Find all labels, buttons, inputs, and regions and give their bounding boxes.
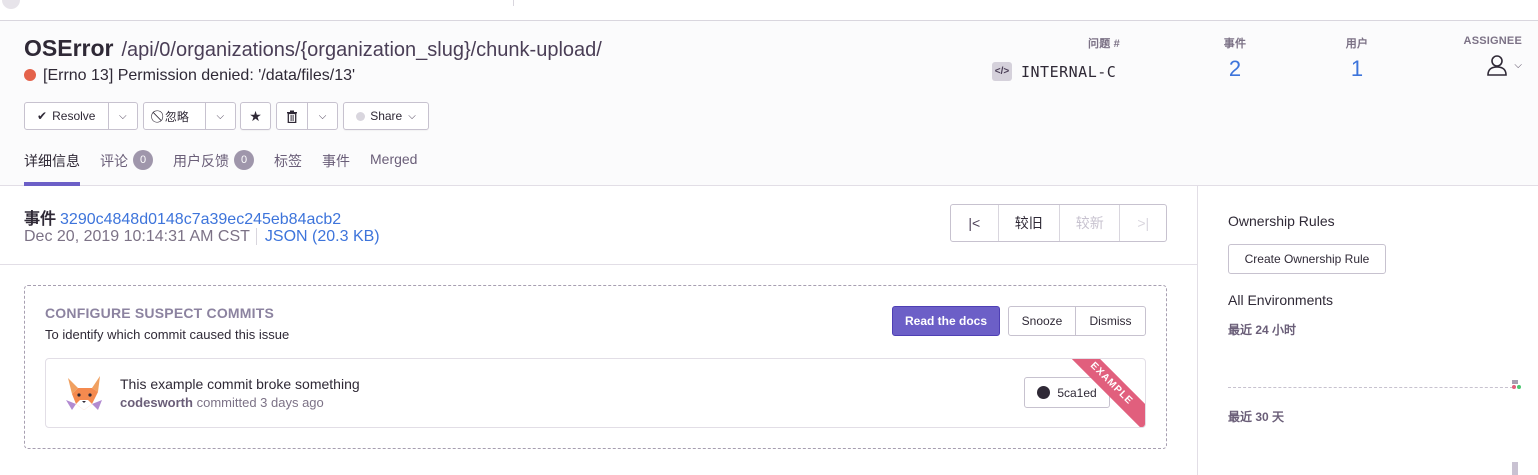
commit-message: This example commit broke something — [120, 376, 360, 392]
range-30d-label: 最近 30 天 — [1228, 410, 1285, 424]
share-button[interactable]: Share ⌵ — [343, 102, 429, 130]
feedback-count-badge: 0 — [234, 150, 254, 170]
org-avatar[interactable] — [2, 0, 20, 9]
delete-button[interactable] — [277, 103, 307, 129]
events-count[interactable]: 2 — [1200, 56, 1270, 82]
tab-comments[interactable]: 评论 0 — [100, 150, 153, 186]
sparkline-30d-bar[interactable] — [1512, 462, 1518, 475]
example-commit-card: This example commit broke something code… — [45, 358, 1146, 428]
spark-dot-red — [1512, 385, 1516, 389]
events-stat: 事件 2 — [1200, 35, 1270, 82]
error-type: OSError — [24, 35, 114, 61]
suspect-commits-description: To identify which commit caused this iss… — [45, 327, 290, 342]
tab-details[interactable]: 详细信息 — [24, 151, 80, 186]
last-page-icon: >| — [1137, 215, 1150, 231]
event-main-panel: 事件 3290c4848d0148c7a39ec245eb84acb2 Dec 2… — [0, 186, 1198, 475]
ignore-button-group: ⃠忽略 ⌵ — [143, 102, 236, 130]
code-icon: </> — [992, 62, 1012, 81]
event-heading: 事件 3290c4848d0148c7a39ec245eb84acb2 — [24, 211, 342, 228]
chevron-down-icon: ⌵ — [1514, 59, 1522, 71]
users-stat: 用户 1 — [1322, 35, 1392, 82]
commit-author: codesworth committed 3 days ago — [120, 395, 324, 410]
github-icon — [1037, 386, 1051, 399]
first-event-button[interactable]: |< — [951, 205, 998, 241]
ownership-rules-title: Ownership Rules — [1228, 213, 1335, 229]
level-indicator — [24, 69, 36, 81]
commit-time: committed 3 days ago — [196, 395, 324, 410]
comments-count-badge: 0 — [133, 150, 153, 170]
star-icon: ★ — [249, 107, 262, 124]
spark-bar — [1512, 380, 1518, 384]
top-navigation-bar — [0, 0, 1538, 21]
tab-merged[interactable]: Merged — [370, 151, 417, 186]
trash-icon — [286, 110, 297, 123]
latest-event-button[interactable]: >| — [1119, 205, 1166, 241]
chevron-down-icon: ⌵ — [408, 110, 416, 122]
assignee-selector[interactable]: ⌵ — [1440, 54, 1522, 76]
chevron-down-icon: ⌵ — [216, 110, 225, 122]
issue-number-stat: 问题 # — [1088, 38, 1120, 50]
read-docs-button[interactable]: Read the docs — [892, 306, 1000, 336]
delete-button-group: ⌵ — [276, 102, 338, 130]
event-pager: |< 较旧 较新 >| — [950, 204, 1167, 242]
sparkline-24h-marker[interactable] — [1512, 380, 1521, 392]
resolve-button[interactable]: ✔ Resolve — [25, 103, 108, 129]
older-event-button[interactable]: 较旧 — [997, 205, 1059, 241]
resolve-dropdown-button[interactable]: ⌵ — [107, 103, 137, 129]
suspect-commits-title: CONFIGURE SUSPECT COMMITS — [45, 305, 275, 321]
event-id-link[interactable]: 3290c4848d0148c7a39ec245eb84acb2 — [60, 211, 341, 228]
assignee-stat: ASSIGNEE ⌵ — [1440, 35, 1522, 76]
snooze-button[interactable]: Snooze — [1009, 307, 1075, 335]
checkmark-icon: ✔ — [37, 109, 48, 123]
first-page-icon: |< — [968, 215, 981, 231]
share-status-icon — [356, 111, 366, 121]
issue-header: OSError/api/0/organizations/{organizatio… — [0, 21, 1538, 186]
bookmark-button[interactable]: ★ — [240, 102, 271, 130]
nav-divider — [513, 0, 514, 6]
tab-tags[interactable]: 标签 — [274, 151, 302, 186]
tab-events[interactable]: 事件 — [322, 151, 350, 186]
dismiss-button[interactable]: Dismiss — [1075, 307, 1145, 335]
spark-dot-green — [1517, 385, 1521, 389]
event-meta: Dec 20, 2019 10:14:31 AM CST JSON (20.3 K… — [24, 228, 380, 246]
users-count[interactable]: 1 — [1322, 56, 1392, 82]
snooze-dismiss-group: Snooze Dismiss — [1008, 306, 1146, 336]
error-culprit: /api/0/organizations/{organization_slug}… — [121, 39, 602, 61]
create-ownership-rule-button[interactable]: Create Ownership Rule — [1228, 244, 1386, 274]
range-24h-label: 最近 24 小时 — [1228, 323, 1297, 337]
ignore-dropdown-button[interactable]: ⌵ — [204, 103, 235, 129]
chevron-down-icon: ⌵ — [118, 110, 127, 122]
tab-user-feedback[interactable]: 用户反馈 0 — [173, 150, 254, 186]
short-id[interactable]: </> INTERNAL-C — [992, 62, 1116, 81]
ignore-button[interactable]: ⃠忽略 — [144, 103, 205, 129]
issue-sidebar: Ownership Rules Create Ownership Rule Al… — [1199, 186, 1538, 475]
newer-event-button[interactable]: 较新 — [1059, 205, 1119, 241]
delete-dropdown-button[interactable]: ⌵ — [306, 103, 337, 129]
event-date: Dec 20, 2019 10:14:31 AM CST — [24, 228, 250, 245]
error-message: [Errno 13] Permission denied: '/data/fil… — [24, 67, 355, 85]
issue-tabs: 详细信息 评论 0 用户反馈 0 标签 事件 Merged — [24, 150, 437, 186]
json-link[interactable]: JSON (20.3 KB) — [255, 228, 380, 245]
section-divider — [0, 264, 1198, 265]
error-message-text: [Errno 13] Permission denied: '/data/fil… — [43, 67, 356, 84]
user-icon — [1487, 55, 1508, 76]
author-avatar — [66, 376, 102, 410]
sparkline-24h — [1228, 387, 1513, 388]
commit-author-name: codesworth — [120, 395, 193, 410]
environments-title: All Environments — [1228, 292, 1334, 308]
chevron-down-icon: ⌵ — [318, 110, 327, 122]
issue-title: OSError/api/0/organizations/{organizatio… — [24, 35, 602, 62]
suspect-commits-panel: CONFIGURE SUSPECT COMMITS To identify wh… — [24, 285, 1167, 449]
resolve-button-group: ✔ Resolve ⌵ — [24, 102, 138, 130]
